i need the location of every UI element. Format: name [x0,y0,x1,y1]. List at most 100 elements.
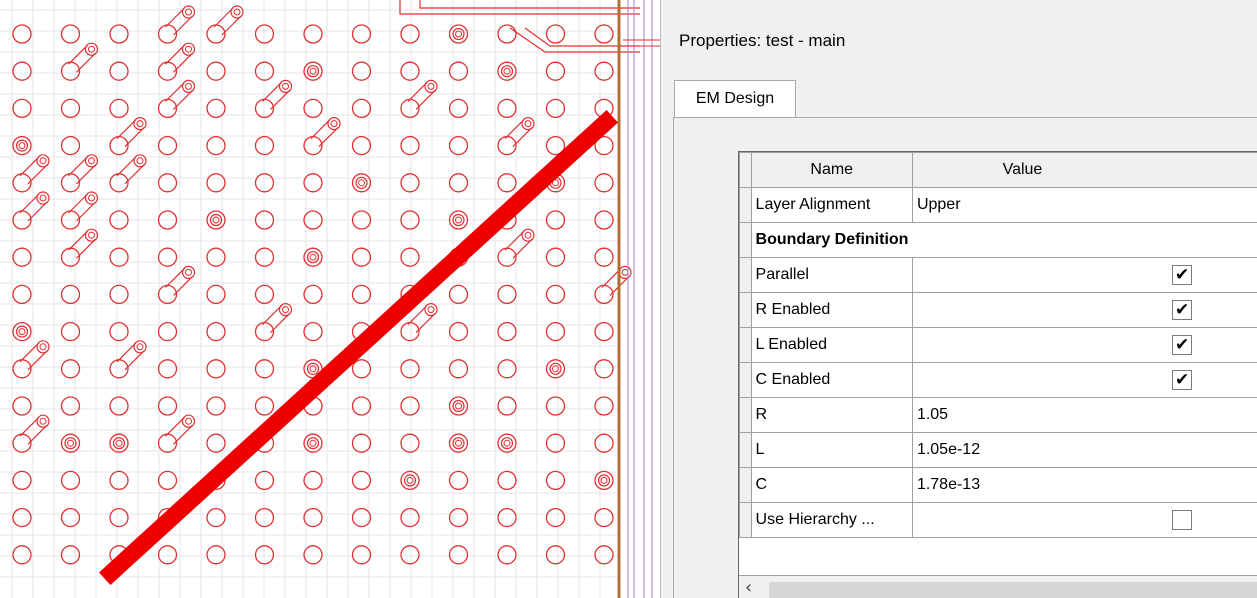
horizontal-scrollbar[interactable]: ‹ [739,575,1257,598]
pad-icon [303,284,323,305]
panel-title: Properties: test - main [679,31,846,50]
property-row[interactable]: Use Hierarchy ... [739,502,1257,538]
pad-icon [545,247,566,267]
row-selector[interactable] [739,432,752,468]
property-value[interactable] [911,327,1257,363]
via-icon [133,116,147,131]
scroll-left-icon[interactable]: ‹ [745,577,752,598]
property-row[interactable]: C 1.78e-13 [739,467,1257,503]
pad-icon [303,545,323,565]
via-icon [504,230,533,259]
property-value[interactable] [911,292,1257,328]
property-value[interactable] [911,257,1257,293]
pad-icon [545,61,566,81]
row-selector[interactable] [739,467,752,503]
row-selector[interactable] [739,222,752,258]
tab-em-design[interactable]: EM Design [674,80,796,119]
property-row[interactable]: L 1.05e-12 [739,432,1257,468]
checkbox[interactable] [1171,510,1192,530]
property-value[interactable]: 1.05e-12 [911,432,1257,468]
via-icon [621,268,629,276]
property-row[interactable]: L Enabled [739,327,1257,363]
property-value[interactable]: 1.78e-13 [911,467,1257,503]
column-header-name[interactable]: Name [750,152,913,188]
property-value[interactable]: Upper [911,187,1257,223]
via-icon [39,194,47,202]
pad-icon [452,399,465,413]
pad-icon [455,402,462,410]
checkbox[interactable] [1171,300,1192,320]
pad-icon [400,545,420,565]
property-row[interactable]: C Enabled [739,362,1257,398]
pad-icon [594,173,614,193]
checkbox[interactable] [1171,265,1192,285]
property-value[interactable] [911,362,1257,398]
row-selector[interactable] [739,292,752,328]
scroll-thumb[interactable] [769,582,1257,598]
via-icon [88,157,95,165]
pad-icon [545,507,566,528]
property-row[interactable]: R Enabled [739,292,1257,328]
pad-icon [400,507,420,528]
row-selector[interactable] [739,362,752,398]
pad-icon [109,24,129,44]
via-icon [68,230,96,259]
pad-icon [109,284,129,305]
checkbox[interactable] [1171,370,1192,390]
property-row[interactable]: Boundary Definition [739,222,1257,258]
pad-icon [497,284,517,305]
pad-icon [594,359,614,379]
pad-icon [351,545,372,565]
property-value[interactable] [912,222,1257,258]
pad-icon [448,135,469,156]
via-icon [165,267,193,296]
pad-icon [109,247,129,267]
via-icon [181,265,196,279]
via-icon [427,82,435,90]
row-selector[interactable] [739,257,752,293]
pad-icon [400,396,420,416]
row-selector[interactable] [739,327,752,363]
pad-icon [351,507,372,528]
pad-icon [60,359,81,379]
pad-icon [497,433,517,453]
pad-icon [15,325,29,338]
property-row[interactable]: R 1.05 [739,397,1257,433]
pad-icon [309,253,317,261]
pad-icon [448,433,469,453]
pad-icon [306,437,320,450]
column-header-value[interactable]: Value [911,152,1257,188]
via-icon [116,119,145,148]
layout-canvas[interactable] [0,0,660,598]
pad-icon [594,470,614,491]
pad-icon [497,545,517,565]
pad-icon [594,61,614,81]
pad-icon [109,433,129,453]
pad-icon [594,247,614,267]
via-icon [407,81,436,110]
pad-icon [157,396,178,416]
pad-icon [12,24,32,44]
pad-icon [306,251,320,264]
row-selector[interactable] [739,187,752,223]
pad-icon [455,30,462,38]
pad-icon [64,437,77,450]
property-row[interactable]: Layer Alignment Upper [739,187,1257,223]
via-icon [133,340,147,354]
pad-icon [351,135,372,156]
row-selector[interactable] [739,502,752,538]
property-row[interactable]: Parallel [739,257,1257,293]
pad-icon [157,247,178,267]
pad-icon [157,173,178,193]
via-icon [521,116,535,131]
checkbox[interactable] [1171,335,1192,355]
pcb-drawing[interactable] [0,0,660,598]
pad-icon [355,176,368,189]
pad-icon [60,135,81,156]
pad-icon [452,27,465,41]
property-value[interactable]: 1.05 [911,397,1257,433]
property-value[interactable] [911,502,1257,538]
pad-icon [60,24,81,44]
row-selector[interactable] [739,397,752,433]
pad-icon [400,470,420,491]
